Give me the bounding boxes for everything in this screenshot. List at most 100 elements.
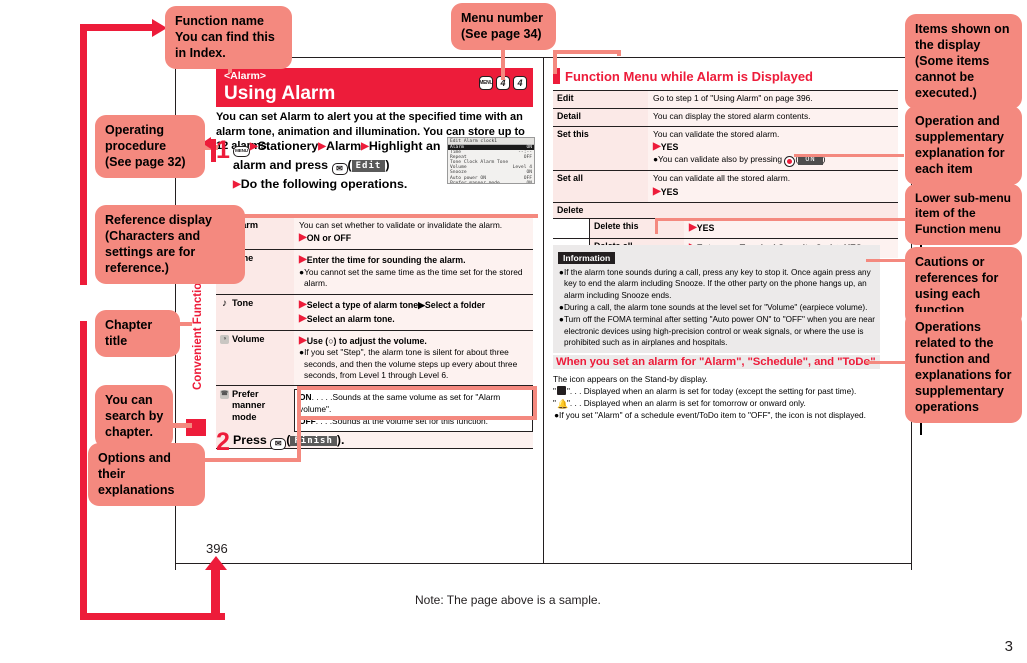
leader-operation-supp	[794, 154, 904, 157]
menu-key-digit-2: 4	[513, 76, 527, 90]
table-row: Detail You can display the stored alarm …	[553, 107, 898, 126]
phone-screen-row: Prefer manner mode ON	[450, 180, 532, 184]
connector-options-3	[297, 386, 537, 390]
setting-desc-cell: You can set whether to validate or inval…	[294, 217, 533, 250]
function-menu-table: Edit Go to step 1 of "Using Alarm" on pa…	[553, 90, 898, 259]
column-divider	[543, 57, 544, 563]
table-row: Set all You can validate all the stored …	[553, 170, 898, 203]
table-row: ◑ Volume ▶Use (○) to adjust the volume. …	[216, 329, 533, 386]
connector-options-5	[297, 416, 537, 420]
manual-sample-page: <Alarm> Using Alarm MENU 4 4 You can set…	[0, 0, 1027, 663]
step-1-number: 1	[216, 136, 230, 164]
function-menu-title: Function Menu while Alarm is Displayed	[565, 68, 814, 84]
fm-desc-cell: You can validate the stored alarm. ▶YES …	[648, 126, 898, 171]
callout-function-name: Function name You can find this in Index…	[165, 6, 292, 69]
fm-desc-cell: You can validate all the stored alarm. ▶…	[648, 171, 898, 203]
mail-key-glyph-2: ✉	[270, 437, 287, 450]
leader-lower-submenu-h	[655, 218, 905, 221]
leader-cautions	[866, 259, 906, 262]
setting-label-cell: ♪ Tone	[216, 294, 294, 330]
step1-highlight: Highlight an	[368, 139, 441, 153]
information-block: Information ●If the alarm tone sounds du…	[553, 245, 880, 354]
table-row: Set this You can validate the stored ala…	[553, 125, 898, 171]
leader-fm-top3	[617, 50, 621, 56]
callout-chapter-title: Chapter title	[95, 310, 180, 357]
fm-desc-cell: Go to step 1 of "Using Alarm" on page 39…	[648, 91, 898, 108]
table-row: Delete this ▶YES	[553, 218, 898, 239]
information-item: ●Turn off the FOMA terminal after settin…	[559, 315, 876, 347]
table-row: Delete	[553, 202, 898, 219]
information-tag: Information	[558, 252, 616, 264]
connector-reference-display	[243, 214, 538, 218]
callout-search-by-chapter: You can search by chapter.	[95, 385, 173, 448]
page-title-band: <Alarm> Using Alarm MENU 4 4	[216, 68, 533, 107]
bottom-red-arrow-stem	[211, 568, 220, 620]
fm-desc-cell: You can display the stored alarm content…	[648, 108, 898, 126]
icon-desc-line: "🔔". . . Displayed when an alarm is set …	[553, 398, 806, 410]
setting-desc-cell: ▶Enter the time for sounding the alarm. …	[294, 250, 533, 294]
setting-desc-cell: ▶Use (○) to adjust the volume. ●If you s…	[294, 330, 533, 386]
bottom-red-arrow-head	[205, 556, 227, 570]
table-row: ♪ Tone ▶Select a type of alarm tone▶Sele…	[216, 293, 533, 330]
callout-operation-supplementary: Operation and supplementary explanation …	[905, 106, 1022, 185]
callout-reference-display: Reference display (Characters and settin…	[95, 205, 245, 284]
fm-sub-desc-cell: ▶YES	[684, 219, 898, 239]
connector-options-1	[203, 458, 301, 462]
menu-key-icon: MENU	[479, 76, 493, 90]
document-page-number: 3	[1004, 638, 1013, 655]
center-key-icon	[784, 156, 796, 168]
manner-mode-icon: ☎	[220, 390, 229, 400]
left-red-bracket	[80, 24, 87, 620]
callout-options-explanations: Options and their explanations	[88, 443, 205, 506]
leader-fm-top2	[553, 50, 621, 54]
step1-stationery: Stationery	[257, 139, 319, 153]
setting-label-cell: ◑ Volume	[216, 330, 294, 386]
page-number: 396	[206, 541, 228, 556]
fm-sub-label-cell: Delete this	[589, 219, 684, 239]
table-row: ◷ Time ▶Enter the time for sounding the …	[216, 249, 533, 294]
bracket-notch	[0, 285, 87, 321]
music-note-icon: ♪	[222, 297, 227, 309]
icon-desc-line: " ". . . Displayed when an alarm is set f…	[553, 386, 857, 397]
callout-operations-related: Operations related to the function and e…	[905, 312, 1022, 423]
bell-icon: 🔔	[556, 399, 569, 410]
setting-desc-cell: ▶Select a type of alarm tone▶Select a fo…	[294, 294, 533, 330]
leader-operations-related	[866, 361, 906, 364]
fm-label-cell: Edit	[553, 91, 648, 108]
callout-operating-procedure: Operating procedure (See page 32)	[95, 115, 205, 178]
callout-lower-submenu: Lower sub-menu item of the Function menu	[905, 184, 1022, 246]
step1-do-following: Do the following operations.	[240, 176, 408, 191]
step-1: 1 MENU ▶Stationery▶Alarm▶Highlight an ala…	[216, 138, 441, 193]
information-item: ●If the alarm tone sounds during a call,…	[559, 268, 871, 300]
leader-lower-submenu-v	[655, 218, 658, 234]
fm-label-cell: Set all	[553, 171, 648, 203]
fm-group-label: Delete	[553, 203, 898, 219]
connector-step-bracket	[211, 139, 216, 162]
edit-softkey[interactable]: Edit	[351, 159, 386, 172]
mail-key-glyph: ✉	[331, 162, 348, 175]
on-off-explanation-box: ON. . . . .Sounds at the same volume as …	[294, 389, 533, 432]
fm-label-cell: Detail	[553, 108, 648, 126]
connector-search-by-chapter	[170, 423, 192, 428]
when-final-note: ●If you set "Alarm" of a schedule event/…	[554, 410, 866, 421]
volume-icon: ◑	[220, 334, 229, 344]
phone-screen-title: Edit Alarm clock1	[448, 138, 534, 145]
page-bottom-rule	[175, 563, 912, 564]
left-red-bracket-bottom	[80, 613, 225, 620]
step1-press-text: alarm and press	[233, 157, 329, 172]
connector-chapter-title	[178, 322, 192, 326]
step1-alarm: Alarm	[326, 139, 362, 153]
information-item: ●During a call, the alarm tone sounds at…	[559, 302, 868, 312]
callout-menu-number: Menu number (See page 34)	[451, 3, 556, 50]
when-alarm-heading: When you set an alarm for "Alarm", "Sche…	[553, 355, 880, 369]
function-menu-heading: Function Menu while Alarm is Displayed	[553, 68, 898, 84]
connector-options-4	[533, 386, 537, 420]
top-red-arrow-stem	[80, 24, 160, 31]
table-row: ⏰ Alarm You can set whether to validate …	[216, 216, 533, 250]
table-row: Edit Go to step 1 of "Using Alarm" on pa…	[553, 90, 898, 108]
reference-display-screenshot: Edit Alarm clock1 Alarm ON Time --:-- Repe…	[447, 137, 535, 184]
fm-label-cell: Set this	[553, 126, 648, 171]
step-2-number: 2	[216, 428, 230, 456]
alarm-clock-icon	[556, 386, 566, 396]
step-1-body: MENU ▶Stationery▶Alarm▶Highlight an alarm…	[233, 139, 441, 191]
